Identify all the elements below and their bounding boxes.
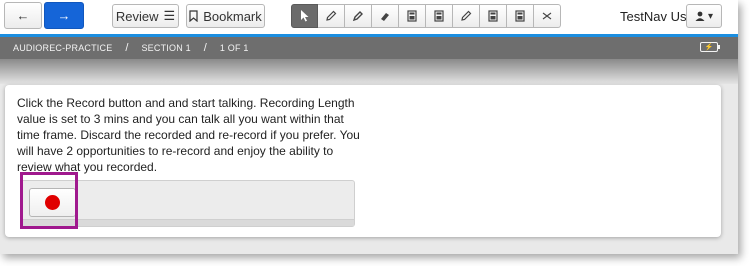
back-button[interactable]: ← [4, 2, 42, 29]
list-icon: ☰ [163, 8, 176, 23]
review-button[interactable]: Review ☰ [112, 4, 179, 28]
breadcrumb-position: 1 OF 1 [219, 43, 249, 53]
user-icon [695, 11, 705, 21]
breadcrumb-separator: / [125, 42, 129, 54]
breadcrumb-section: SECTION 1 [141, 43, 191, 53]
calculator-icon [488, 10, 498, 22]
bookmark-icon [189, 10, 198, 22]
highlighter-tool-button[interactable] [345, 4, 372, 28]
top-toolbar: ← → Review ☰ Bookmark TestNav User ▾ [0, 0, 738, 34]
arrow-left-icon: ← [16, 8, 30, 23]
calculator-icon [515, 10, 525, 22]
scientific-calculator-tool-button[interactable] [426, 4, 453, 28]
line-reader-tool-button[interactable] [453, 4, 480, 28]
tool-group [291, 4, 561, 28]
calculator-icon [407, 10, 417, 22]
testnav-window: ← → Review ☰ Bookmark TestNav User ▾ AUD… [0, 0, 738, 254]
record-button-highlight [20, 172, 78, 229]
reference-calculator-tool-button[interactable] [507, 4, 534, 28]
calculator-tool-button[interactable] [399, 4, 426, 28]
pencil-tool-button[interactable] [318, 4, 345, 28]
pencil-icon [461, 10, 472, 21]
user-menu-button[interactable]: ▾ [686, 4, 722, 28]
arrow-right-icon: → [57, 8, 71, 23]
next-button[interactable]: → [44, 2, 84, 29]
chevron-down-icon: ▾ [707, 10, 714, 22]
pencil-icon [326, 10, 337, 21]
close-tools-button[interactable] [534, 4, 561, 28]
bookmark-label: Bookmark [203, 8, 262, 24]
content-gradient-band [0, 59, 738, 84]
pointer-icon [300, 10, 308, 22]
highlighter-icon [352, 11, 363, 22]
breadcrumb-test-name: AUDIOREC-PRACTICE [13, 43, 113, 53]
question-text: Click the Record button and and start ta… [17, 96, 360, 174]
eraser-icon [381, 13, 389, 21]
bookmark-button[interactable]: Bookmark [186, 4, 265, 28]
breadcrumb-separator: / [203, 42, 207, 54]
calculator-icon [434, 10, 444, 22]
pointer-tool-button[interactable] [291, 4, 318, 28]
close-icon [542, 12, 552, 20]
question-card: Click the Record button and and start ta… [5, 85, 721, 237]
eraser-tool-button[interactable] [372, 4, 399, 28]
battery-icon: ⚡ [700, 42, 720, 52]
breadcrumb: AUDIOREC-PRACTICE / SECTION 1 / 1 OF 1 ⚡ [0, 37, 738, 59]
graphing-calculator-tool-button[interactable] [480, 4, 507, 28]
review-label: Review [115, 8, 159, 24]
